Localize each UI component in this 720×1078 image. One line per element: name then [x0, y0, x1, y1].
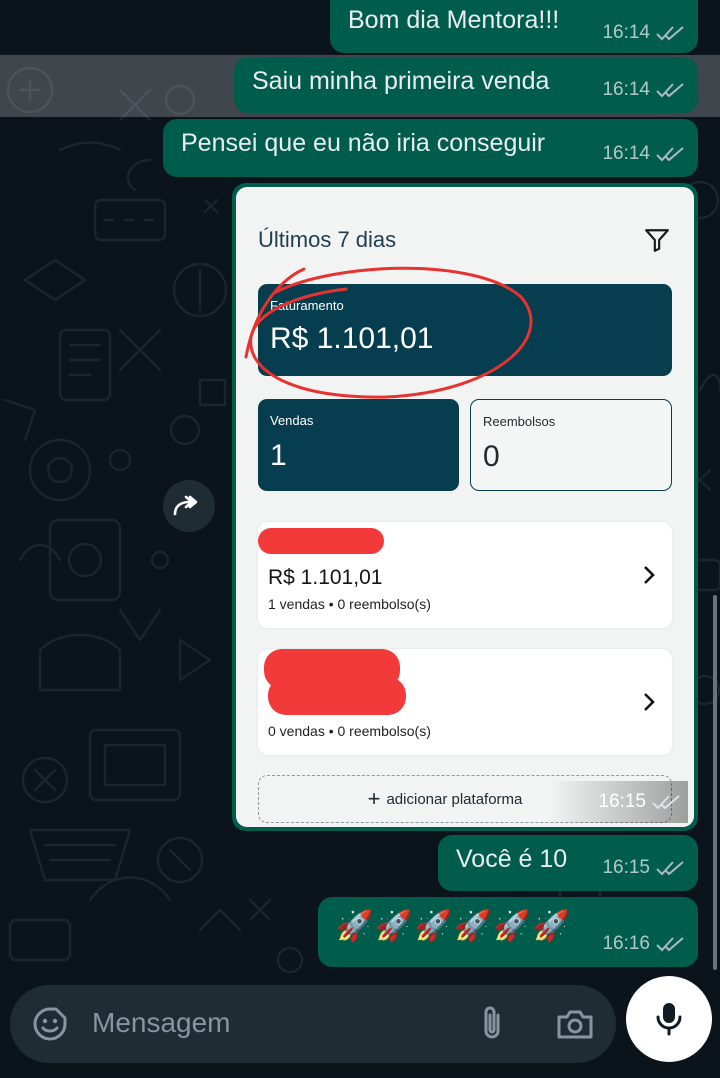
double-check-icon: [652, 795, 680, 810]
double-check-icon: [656, 937, 684, 952]
double-check-icon: [656, 83, 684, 98]
message-meta: 16:15: [550, 781, 688, 823]
message-bubble[interactable]: Pensei que eu não iria conseguir 16:14: [163, 119, 698, 177]
sticker-emoji-icon[interactable]: [32, 1006, 68, 1042]
platform-summary: 0 vendas • 0 reembolso(s): [268, 723, 431, 739]
double-check-icon: [656, 26, 684, 41]
message-time: 16:15: [602, 857, 650, 878]
message-meta: 16:14: [602, 22, 684, 44]
message-meta: 16:16: [602, 933, 684, 955]
message-meta: 16:15: [602, 857, 684, 879]
platform-card: R$ 1.101,01 1 vendas • 0 reembolso(s): [258, 522, 672, 628]
message-time: 16:14: [602, 79, 650, 100]
redaction-mark: [258, 528, 384, 554]
reembolsos-value: 0: [483, 440, 500, 473]
message-text: Pensei que eu não iria conseguir: [181, 129, 546, 157]
message-time: 16:16: [602, 933, 650, 954]
message-bubble[interactable]: 🚀🚀🚀🚀🚀🚀 16:16: [318, 897, 698, 967]
vendas-value: 1: [270, 439, 287, 472]
paperclip-icon[interactable]: [474, 1003, 510, 1043]
add-platform-label: adicionar plataforma: [386, 790, 523, 808]
dashboard-screenshot: Últimos 7 dias Faturamento R$ 1.101,01 V…: [236, 187, 694, 827]
message-text: 🚀🚀🚀🚀🚀🚀: [336, 910, 573, 943]
message-text: Você é 10: [456, 845, 568, 873]
message-time: 16:14: [602, 143, 650, 164]
double-check-icon: [656, 147, 684, 162]
message-bubble[interactable]: Bom dia Mentora!!! 16:14: [330, 0, 698, 53]
red-circle-annotation: [244, 266, 533, 399]
forward-button[interactable]: [163, 480, 215, 532]
platform-card: 0 vendas • 0 reembolso(s): [258, 649, 672, 755]
message-text: Bom dia Mentora!!!: [348, 6, 560, 34]
voice-message-button[interactable]: [626, 976, 712, 1062]
message-text: Saiu minha primeira venda: [252, 67, 550, 95]
forward-icon: [173, 495, 198, 516]
period-title: Últimos 7 dias: [258, 227, 397, 252]
image-message[interactable]: Últimos 7 dias Faturamento R$ 1.101,01 V…: [232, 183, 698, 831]
message-bubble[interactable]: Você é 10 16:15: [438, 835, 698, 891]
plus-icon: +: [367, 786, 381, 811]
chevron-right-icon: [644, 566, 655, 584]
platform-amount: R$ 1.101,01: [268, 566, 383, 589]
camera-icon[interactable]: [555, 1005, 595, 1043]
message-time: 16:15: [598, 791, 646, 812]
message-input[interactable]: Mensagem: [92, 1007, 231, 1039]
message-time: 16:14: [602, 22, 650, 43]
chevron-right-icon: [644, 693, 655, 711]
platform-summary: 1 vendas • 0 reembolso(s): [268, 596, 431, 612]
message-bubble[interactable]: Saiu minha primeira venda 16:14: [234, 57, 698, 113]
message-input-bar: Mensagem: [10, 985, 616, 1063]
scrollbar[interactable]: [713, 595, 717, 970]
double-check-icon: [656, 861, 684, 876]
message-meta: 16:14: [602, 79, 684, 101]
redaction-mark: [268, 677, 406, 715]
filter-icon: [645, 229, 669, 252]
message-meta: 16:14: [602, 143, 684, 165]
microphone-icon: [656, 1003, 682, 1036]
